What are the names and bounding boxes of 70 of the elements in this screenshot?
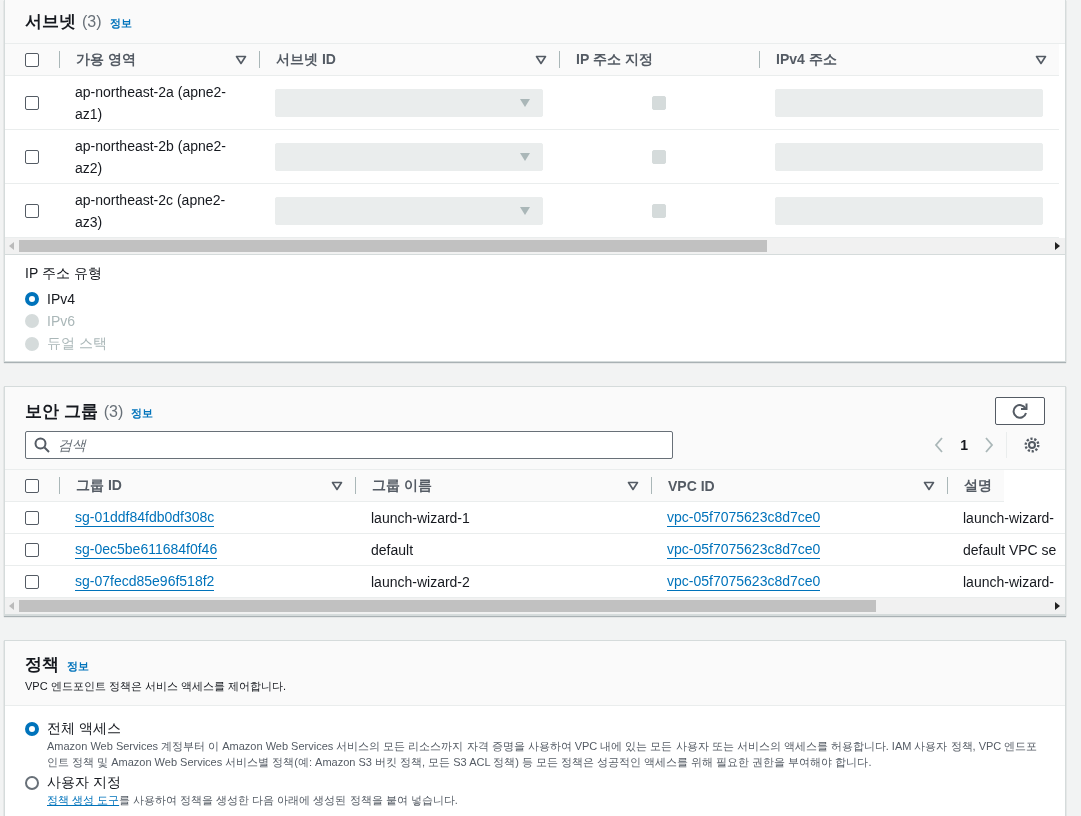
radio-button[interactable] — [25, 776, 39, 790]
group-description: default VPC se — [963, 541, 1057, 558]
section-description: VPC 엔드포인트 정책은 서비스 액세스를 제어합니다. — [25, 679, 287, 694]
radio-label: 듀얼 스택 — [47, 335, 107, 353]
zone-text: ap-northeast-2a (apne2-az1) — [75, 82, 227, 124]
group-description: launch-wizard- — [963, 509, 1055, 526]
caret-icon — [520, 152, 530, 161]
scroll-left-icon — [9, 242, 15, 250]
horizontal-scrollbar[interactable] — [5, 238, 1065, 255]
refresh-icon — [1011, 402, 1029, 420]
column-header[interactable]: 그룹 ID — [76, 476, 122, 495]
column-header[interactable]: 설명 — [964, 476, 992, 495]
page-number[interactable]: 1 — [960, 437, 968, 453]
section-title: 서브넷 — [25, 11, 76, 33]
caret-icon — [520, 98, 530, 107]
group-description: launch-wizard- — [963, 573, 1055, 590]
group-id-link[interactable]: sg-01ddf84fdb0df308c — [75, 508, 215, 527]
item-count: (3) — [82, 13, 102, 31]
column-header[interactable]: VPC ID — [668, 477, 715, 494]
vpc-id-link[interactable]: vpc-05f7075623c8d7ce0 — [667, 508, 821, 527]
column-header[interactable]: 서브넷 ID — [276, 50, 336, 69]
checkbox[interactable] — [25, 574, 39, 589]
vpc-id-link[interactable]: vpc-05f7075623c8d7ce0 — [667, 540, 821, 559]
search-field[interactable]: 검색 — [25, 431, 673, 459]
column-header[interactable]: 그룹 이름 — [372, 476, 432, 495]
checkbox[interactable] — [25, 542, 39, 557]
option-description: 정책 생성 도구를 사용하여 정책을 생성한 다음 아래에 생성된 정책을 붙여 넣습니다. — [47, 793, 458, 808]
caret-icon — [520, 206, 530, 215]
checkbox[interactable] — [25, 52, 39, 67]
scroll-left-icon — [9, 602, 15, 610]
zone-text: ap-northeast-2b (apne2-az2) — [75, 136, 227, 178]
radio-label: IPv6 — [47, 313, 75, 329]
info-link[interactable]: 정보 — [131, 405, 154, 421]
checkbox[interactable] — [25, 478, 39, 493]
info-link[interactable]: 정보 — [67, 659, 89, 674]
radio-button[interactable] — [25, 292, 39, 306]
settings-icon[interactable] — [1023, 436, 1041, 454]
field-label: IP 주소 유형 — [25, 265, 103, 283]
radio-button[interactable] — [25, 722, 39, 736]
refresh-button[interactable] — [995, 397, 1045, 425]
item-count: (3) — [103, 402, 124, 421]
radio-label: 사용자 지정 — [47, 774, 122, 792]
section-title: 보안 그룹 — [25, 400, 98, 423]
section-title: 정책 — [25, 654, 59, 676]
info-link[interactable]: 정보 — [109, 16, 132, 31]
group-id-link[interactable]: sg-07fecd85e96f518f2 — [75, 572, 215, 591]
group-name: launch-wizard-1 — [371, 509, 470, 526]
scroll-right-icon — [1055, 242, 1061, 250]
column-header[interactable]: IPv4 주소 — [776, 50, 837, 69]
sort-icon[interactable] — [535, 54, 547, 65]
scroll-right-icon — [1055, 602, 1061, 610]
policy-generator-link[interactable]: 정책 생성 도구 — [47, 794, 120, 806]
zone-text: ap-northeast-2c (apne2-az3) — [75, 190, 227, 232]
radio-label: IPv4 — [47, 291, 75, 307]
radio-label: 전체 액세스 — [47, 720, 122, 738]
group-name: launch-wizard-2 — [371, 573, 470, 590]
sort-icon[interactable] — [1035, 54, 1047, 65]
search-icon — [34, 437, 50, 453]
column-header[interactable]: IP 주소 지정 — [576, 50, 653, 69]
checkbox[interactable] — [25, 510, 39, 525]
group-id-link[interactable]: sg-0ec5be611684f0f46 — [75, 540, 218, 559]
option-description: Amazon Web Services 계정부터 이 Amazon Web Services 서비스의 모든 리소스까지 자격 증명을 사용하여 VPC 내에 있는 모든 사용자 또는 서비스의 액세스를 허용합니다. IAM 사용자 정책, VPC 엔드포인트 정책 및 Amazon Web Services 서비스별 정책(예: Amazon S3 버킷 정책, 모든 S3 ACL 정책) 등 모든 정책은 성공적인 액세스를 위해 필요한 권한을 부여해야 합니다. — [47, 739, 1039, 770]
sort-icon[interactable] — [923, 480, 935, 491]
column-header[interactable]: 가용 영역 — [76, 50, 136, 69]
group-name: default — [371, 541, 414, 558]
vpc-id-link[interactable]: vpc-05f7075623c8d7ce0 — [667, 572, 821, 591]
horizontal-scrollbar[interactable] — [5, 598, 1065, 615]
sort-icon[interactable] — [235, 54, 247, 65]
sort-icon[interactable] — [331, 480, 343, 491]
sort-icon[interactable] — [627, 480, 639, 491]
